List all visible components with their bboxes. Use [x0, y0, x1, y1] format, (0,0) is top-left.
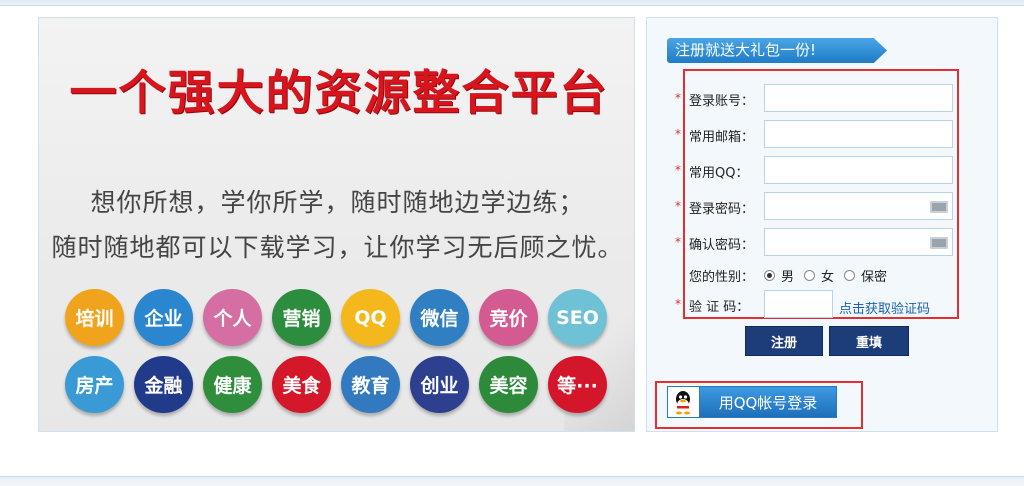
promo-banner: 一个强大的资源整合平台 想你所想，学你所学，随时随地边学边练； 随时随地都可以下… — [38, 17, 635, 432]
reset-button[interactable]: 重填 — [829, 326, 909, 356]
bottom-divider — [0, 476, 1024, 486]
password-row: * 登录密码： — [675, 192, 957, 220]
category-badges-row-1: 培训 企业 个人 营销 QQ 微信 竞价 SEO — [65, 289, 625, 346]
badge-realestate: 房产 — [65, 356, 124, 413]
captcha-row: * 验 证 码： 点击获取验证码 — [675, 290, 957, 318]
gender-label: 您的性别： — [689, 270, 755, 285]
qq-row: * 常用QQ： — [675, 156, 957, 184]
gender-female-radio[interactable] — [804, 270, 816, 281]
badge-enterprise: 企业 — [134, 289, 193, 346]
promo-ribbon: 注册就送大礼包一份! — [667, 38, 887, 63]
badge-personal: 个人 — [203, 289, 262, 346]
gender-female-label: 女 — [821, 270, 835, 285]
confirm-label: 确认密码： — [689, 238, 755, 253]
gender-male-radio[interactable] — [764, 270, 776, 281]
confirm-password-input[interactable] — [764, 228, 953, 256]
captcha-input[interactable] — [764, 290, 833, 318]
badge-food: 美食 — [272, 356, 331, 413]
qq-login-label: 用QQ帐号登录 — [700, 387, 836, 417]
badge-marketing: 营销 — [272, 289, 331, 346]
badge-startup: 创业 — [410, 356, 469, 413]
get-captcha-link[interactable]: 点击获取验证码 — [839, 298, 930, 317]
register-form: * 登录账号： * 常用邮箱： * 常用QQ： * 登录密码： * 确认密码： … — [675, 69, 959, 319]
badge-bidding: 竞价 — [479, 289, 538, 346]
qq-login-box: 用QQ帐号登录 — [655, 381, 863, 429]
badge-beauty: 美容 — [479, 356, 538, 413]
badge-wechat: 微信 — [410, 289, 469, 346]
confirm-row: * 确认密码： — [675, 228, 957, 256]
account-label: 登录账号： — [689, 94, 755, 109]
gender-male-label: 男 — [781, 270, 795, 285]
qq-login-button[interactable]: 用QQ帐号登录 — [667, 386, 837, 418]
required-mark: * — [675, 235, 681, 249]
required-mark: * — [675, 91, 681, 105]
account-row: * 登录账号： — [675, 84, 957, 112]
password-label: 登录密码： — [689, 202, 755, 217]
banner-title: 一个强大的资源整合平台 — [69, 66, 609, 121]
required-mark: * — [675, 127, 681, 141]
email-row: * 常用邮箱： — [675, 120, 957, 148]
badge-seo: SEO — [548, 289, 607, 346]
email-label: 常用邮箱： — [689, 130, 755, 145]
gender-secret-radio[interactable] — [844, 270, 856, 281]
badge-training: 培训 — [65, 289, 124, 346]
gender-row: 您的性别： 男 女 保密 — [689, 266, 887, 285]
banner-slogan-1: 想你所想，学你所学，随时随地边学边练； — [90, 188, 585, 217]
required-mark: * — [675, 199, 681, 213]
qq-label: 常用QQ： — [689, 166, 749, 181]
badge-qq: QQ — [341, 289, 400, 346]
badge-finance: 金融 — [134, 356, 193, 413]
qq-penguin-icon — [668, 387, 700, 417]
account-input[interactable] — [764, 84, 953, 112]
password-input[interactable] — [764, 192, 953, 220]
captcha-label: 验 证 码： — [689, 300, 750, 315]
required-mark: * — [675, 163, 681, 177]
gender-secret-label: 保密 — [861, 270, 888, 285]
keyboard-icon[interactable] — [930, 201, 948, 213]
banner-slogan-2: 随时随地都可以下载学习，让你学习无后顾之忧。 — [51, 233, 624, 262]
qq-input[interactable] — [764, 156, 953, 184]
register-button[interactable]: 注册 — [745, 326, 823, 356]
top-divider — [0, 0, 1024, 6]
badge-education: 教育 — [341, 356, 400, 413]
badge-etc: 等··· — [548, 356, 607, 413]
badge-health: 健康 — [203, 356, 262, 413]
email-input[interactable] — [764, 120, 953, 148]
required-mark: * — [675, 297, 681, 311]
keyboard-icon[interactable] — [930, 237, 948, 249]
category-badges-row-2: 房产 金融 健康 美食 教育 创业 美容 等··· — [65, 356, 625, 413]
